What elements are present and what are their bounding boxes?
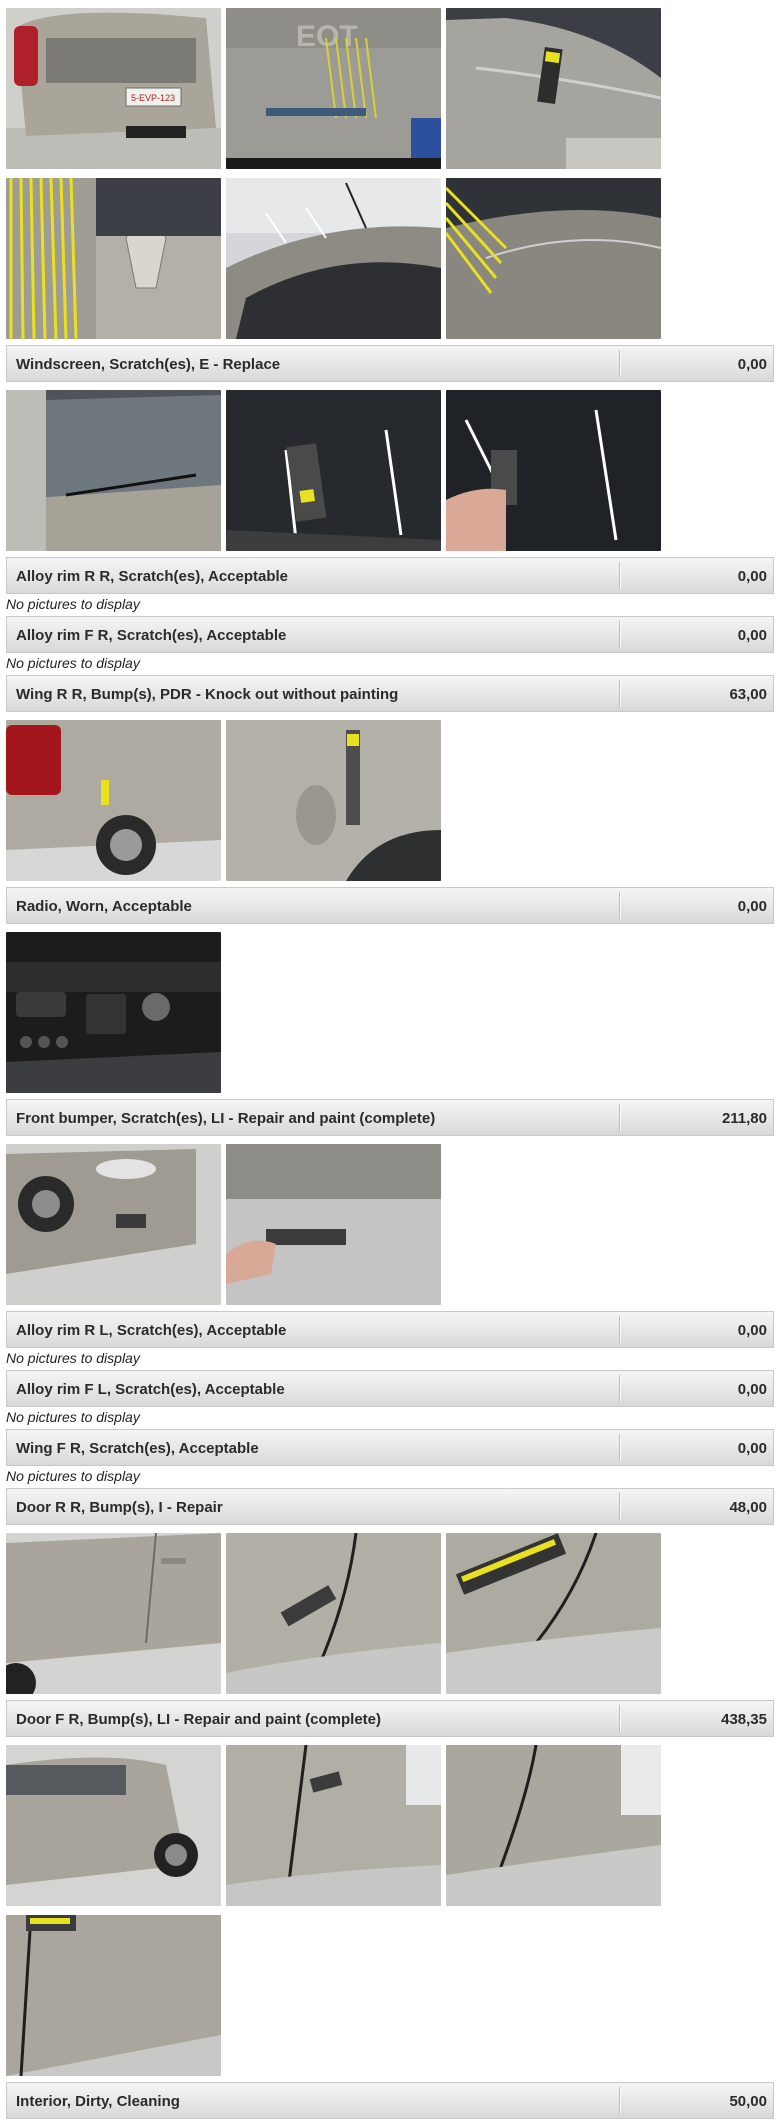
bar-divider [619,680,621,707]
bar-divider [619,350,621,377]
bar-divider [619,1316,621,1343]
no-pictures-message: No pictures to display [6,1468,140,1484]
damage-photo[interactable] [6,1745,221,1906]
damage-photo[interactable] [6,1144,221,1305]
item-bar[interactable]: Alloy rim R R, Scratch(es), Acceptable 0… [6,557,774,594]
bar-divider [619,2087,621,2114]
item-price: 0,00 [737,568,767,585]
item-label: Door R R, Bump(s), I - Repair [16,1499,223,1516]
bar-divider [619,1104,621,1131]
damage-report: 5-EVP-123 EOT Windscreen, Scratch(es), E… [0,0,781,2123]
item-label: Alloy rim R R, Scratch(es), Acceptable [16,568,289,585]
item-bar[interactable]: Interior, Dirty, Cleaning 50,00 [6,2082,774,2119]
damage-photo[interactable] [6,932,221,1093]
item-bar[interactable]: Alloy rim R L, Scratch(es), Acceptable 0… [6,1311,774,1348]
no-pictures-message: No pictures to display [6,1350,140,1366]
item-label: Alloy rim R L, Scratch(es), Acceptable [16,1322,287,1339]
item-bar[interactable]: Door F R, Bump(s), LI - Repair and paint… [6,1700,774,1737]
damage-photo[interactable] [446,1745,661,1906]
damage-photo[interactable] [226,1533,441,1694]
item-label: Alloy rim F R, Scratch(es), Acceptable [16,627,287,644]
bar-divider [619,892,621,919]
item-price: 0,00 [737,1322,767,1339]
no-pictures-message: No pictures to display [6,596,140,612]
item-label: Wing R R, Bump(s), PDR - Knock out witho… [16,686,399,703]
damage-photo[interactable] [6,390,221,551]
item-bar[interactable]: Alloy rim F L, Scratch(es), Acceptable 0… [6,1370,774,1407]
damage-photo[interactable] [6,1533,221,1694]
item-price: 48,00 [729,1499,767,1516]
item-price: 0,00 [737,356,767,373]
item-price: 50,00 [729,2093,767,2110]
bar-divider [619,1705,621,1732]
damage-photo[interactable] [226,1745,441,1906]
damage-photo[interactable] [226,720,441,881]
damage-photo[interactable] [446,178,661,339]
damage-photo[interactable] [226,1144,441,1305]
item-price: 438,35 [721,1711,767,1728]
damage-photo[interactable]: 5-EVP-123 [6,8,221,169]
item-price: 0,00 [737,1381,767,1398]
no-pictures-message: No pictures to display [6,1409,140,1425]
item-price: 0,00 [737,1440,767,1457]
bar-divider [619,1434,621,1461]
no-pictures-message: No pictures to display [6,655,140,671]
license-plate: 5-EVP-123 [131,93,175,103]
item-label: Interior, Dirty, Cleaning [16,2093,180,2110]
damage-photo[interactable] [226,390,441,551]
item-label: Radio, Worn, Acceptable [16,898,192,915]
item-bar[interactable]: Radio, Worn, Acceptable 0,00 [6,887,774,924]
item-price: 63,00 [729,686,767,703]
item-label: Door F R, Bump(s), LI - Repair and paint… [16,1711,382,1728]
bar-divider [619,562,621,589]
item-price: 211,80 [721,1110,767,1127]
damage-photo[interactable] [6,1915,221,2076]
item-price: 0,00 [737,627,767,644]
item-bar[interactable]: Front bumper, Scratch(es), LI - Repair a… [6,1099,774,1136]
item-price: 0,00 [737,898,767,915]
item-bar[interactable]: Wing R R, Bump(s), PDR - Knock out witho… [6,675,774,712]
damage-photo[interactable] [446,390,661,551]
item-bar[interactable]: Wing F R, Scratch(es), Acceptable 0,00 [6,1429,774,1466]
bar-divider [619,1493,621,1520]
item-label: Front bumper, Scratch(es), LI - Repair a… [16,1110,436,1127]
item-bar[interactable]: Door R R, Bump(s), I - Repair 48,00 [6,1488,774,1525]
damage-photo[interactable]: EOT [226,8,441,169]
damage-photo[interactable] [446,1533,661,1694]
item-bar[interactable]: Windscreen, Scratch(es), E - Replace 0,0… [6,345,774,382]
damage-photo[interactable] [6,178,221,339]
bar-divider [619,1375,621,1402]
damage-photo[interactable] [446,8,661,169]
item-label: Wing F R, Scratch(es), Acceptable [16,1440,259,1457]
item-label: Alloy rim F L, Scratch(es), Acceptable [16,1381,285,1398]
item-label: Windscreen, Scratch(es), E - Replace [16,356,281,373]
item-bar[interactable]: Alloy rim F R, Scratch(es), Acceptable 0… [6,616,774,653]
damage-photo[interactable] [226,178,441,339]
damage-photo[interactable] [6,720,221,881]
bar-divider [619,621,621,648]
